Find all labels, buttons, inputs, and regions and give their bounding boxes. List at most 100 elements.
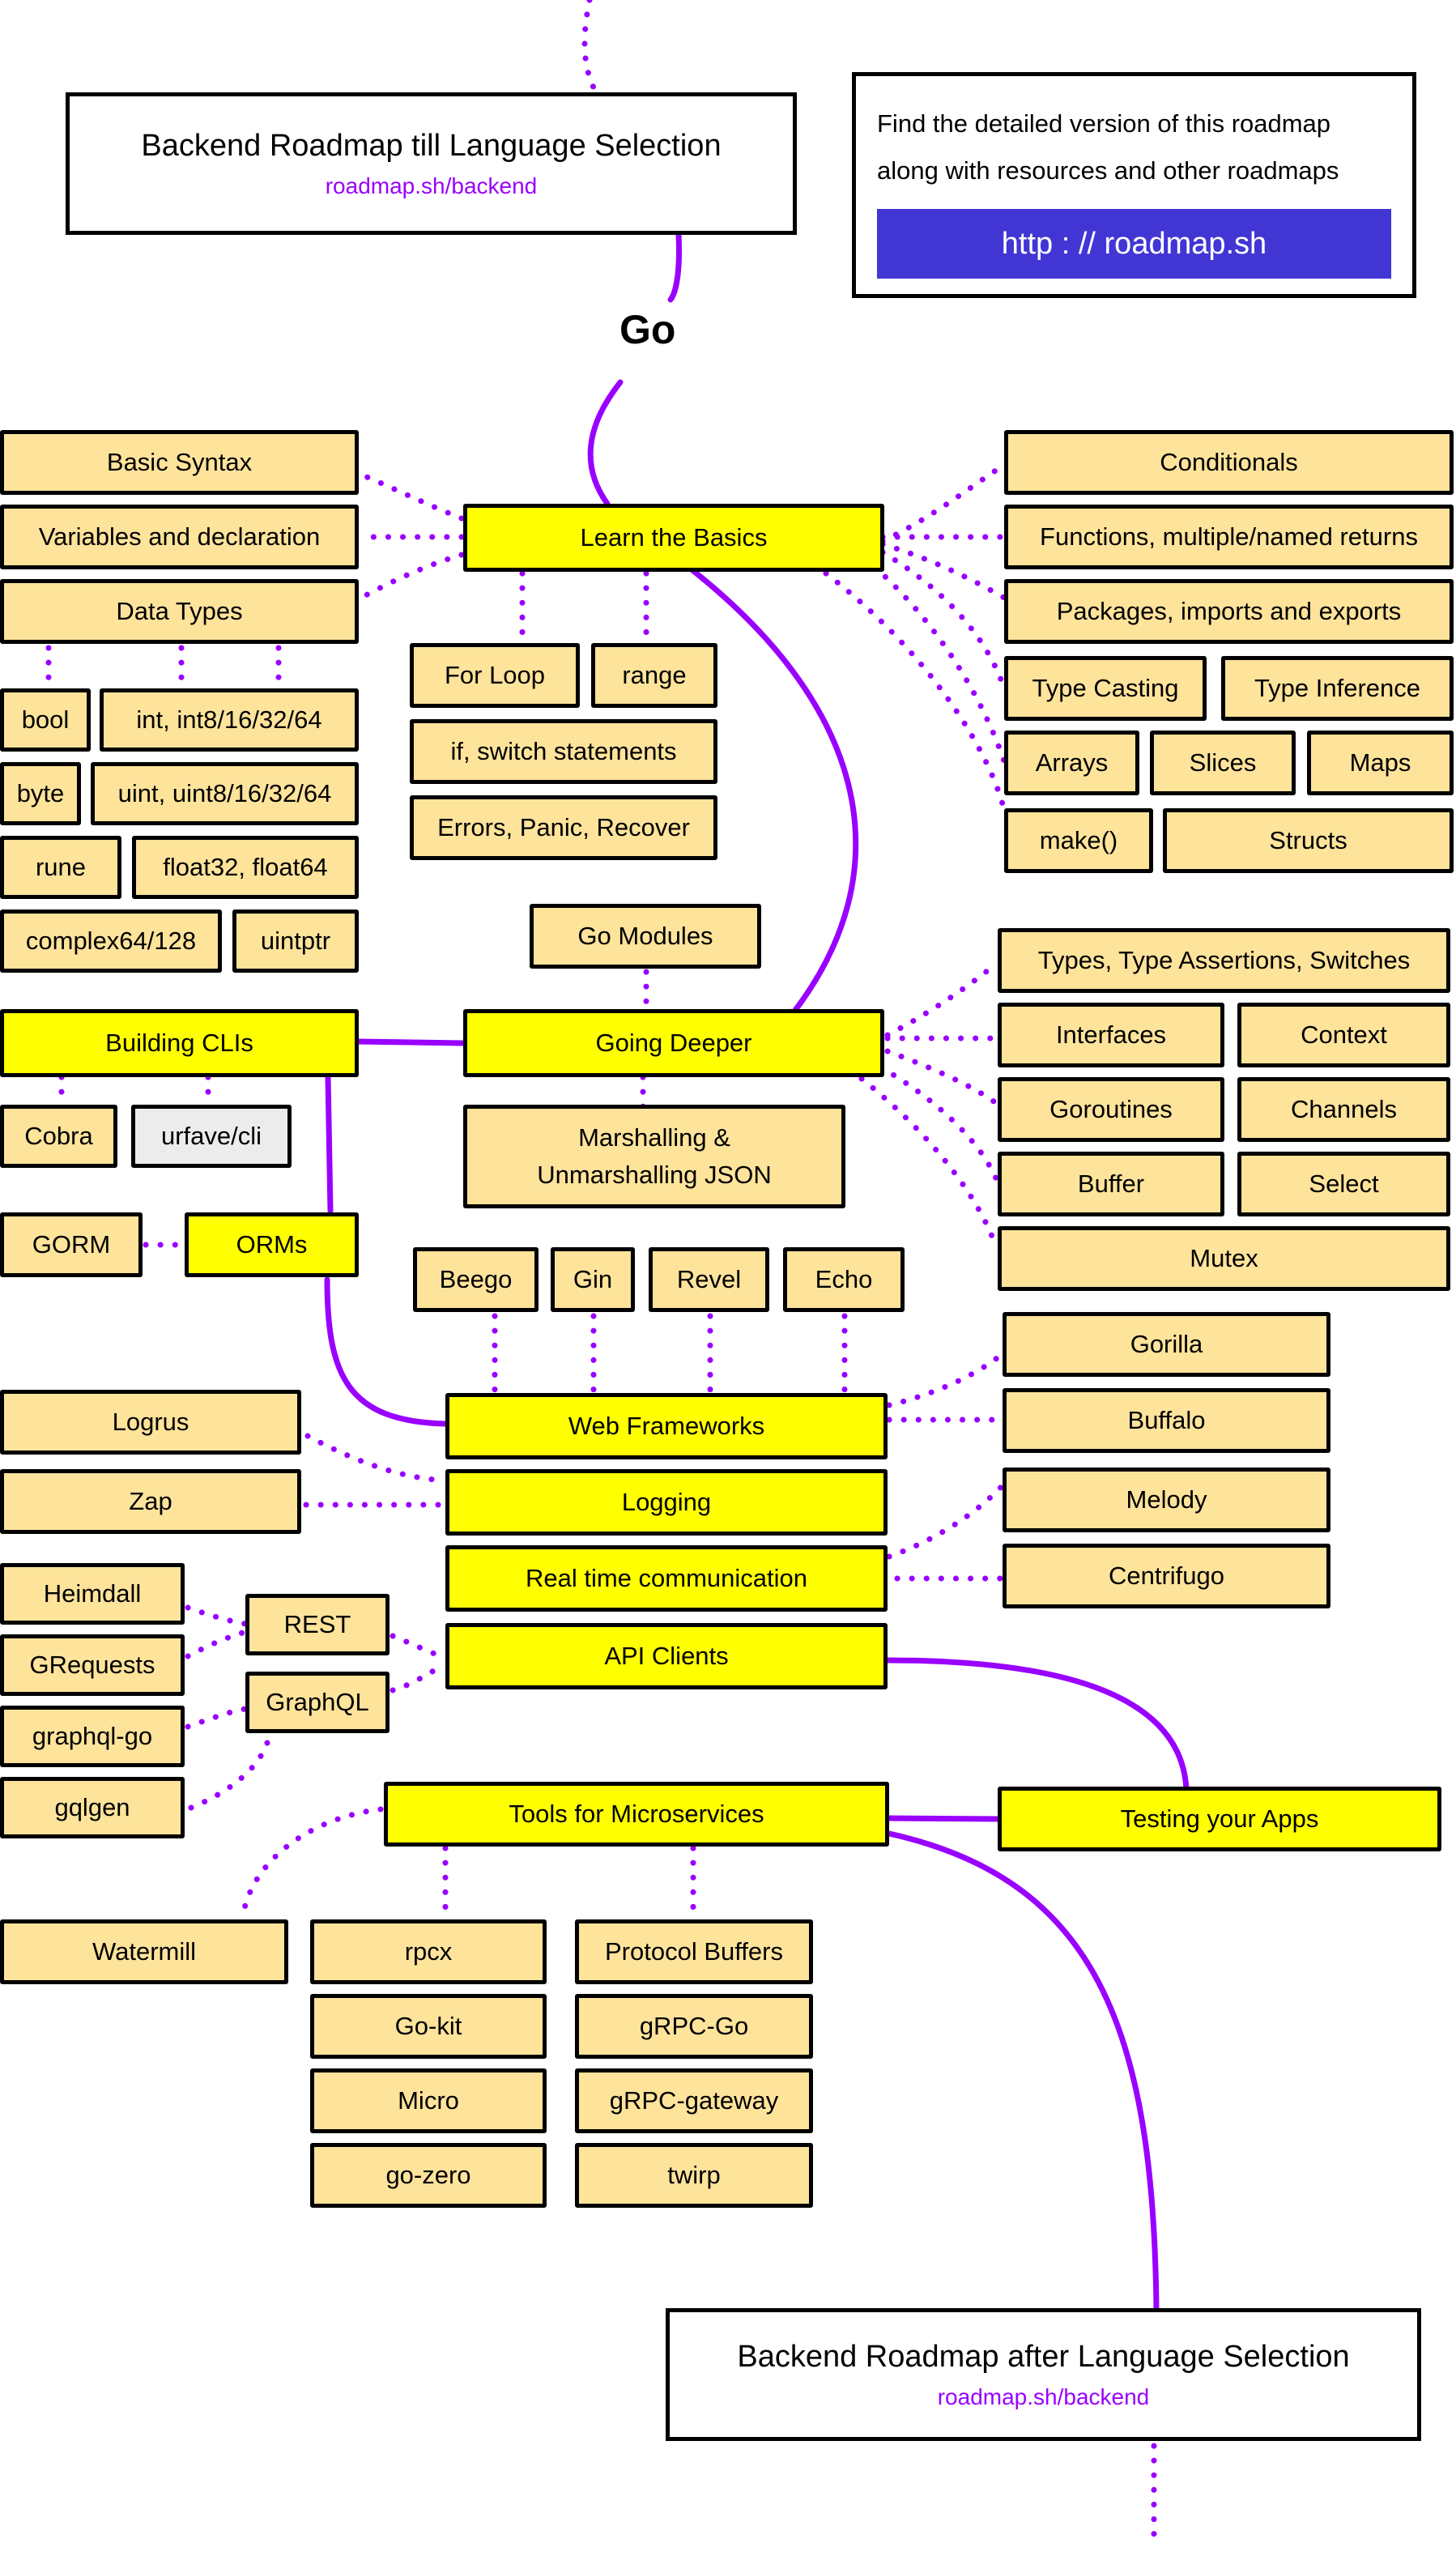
header-link[interactable]: roadmap.sh/backend	[326, 173, 538, 199]
node-echo[interactable]: Echo	[783, 1247, 905, 1312]
node-bool[interactable]: bool	[0, 688, 91, 752]
node-gorilla[interactable]: Gorilla	[1003, 1312, 1330, 1377]
node-conditionals[interactable]: Conditionals	[1004, 430, 1454, 495]
info-box: Find the detailed version of this roadma…	[852, 72, 1416, 298]
node-beego[interactable]: Beego	[413, 1247, 539, 1312]
node-zap[interactable]: Zap	[0, 1469, 301, 1534]
node-complex[interactable]: complex64/128	[0, 910, 222, 973]
footer-title: Backend Roadmap after Language Selection	[737, 2339, 1350, 2374]
node-mutex[interactable]: Mutex	[998, 1226, 1450, 1291]
edge-api-graphql	[390, 1664, 445, 1693]
node-graphql-go[interactable]: graphql-go	[0, 1706, 185, 1767]
node-protocol-buffers[interactable]: Protocol Buffers	[575, 1919, 813, 1984]
node-select[interactable]: Select	[1237, 1152, 1450, 1216]
node-int[interactable]: int, int8/16/32/64	[100, 688, 359, 752]
node-buffer[interactable]: Buffer	[998, 1152, 1224, 1216]
node-api-clients[interactable]: API Clients	[445, 1623, 888, 1689]
edge-web-gorilla	[886, 1349, 1007, 1408]
node-maps[interactable]: Maps	[1307, 731, 1454, 795]
node-data-types[interactable]: Data Types	[0, 579, 359, 644]
node-revel[interactable]: Revel	[649, 1247, 769, 1312]
node-channels[interactable]: Channels	[1237, 1077, 1450, 1142]
header-title: Backend Roadmap till Language Selection	[141, 128, 722, 163]
edge-going-deeper-to-building-clis	[355, 1038, 466, 1046]
node-gorm[interactable]: GORM	[0, 1212, 143, 1277]
node-logging[interactable]: Logging	[445, 1469, 888, 1536]
node-tools-for-microservices[interactable]: Tools for Microservices	[384, 1782, 889, 1847]
node-range[interactable]: range	[591, 643, 717, 708]
node-gin[interactable]: Gin	[551, 1247, 635, 1312]
node-grpc-gateway[interactable]: gRPC-gateway	[575, 2068, 813, 2133]
node-type-inference[interactable]: Type Inference	[1221, 656, 1454, 721]
node-cobra[interactable]: Cobra	[0, 1105, 117, 1168]
node-slices[interactable]: Slices	[1150, 731, 1296, 795]
node-arrays[interactable]: Arrays	[1004, 731, 1139, 795]
edge-top-dotted	[581, 0, 598, 94]
edge-rest-grequests	[185, 1629, 249, 1659]
node-graphql[interactable]: GraphQL	[245, 1672, 390, 1733]
node-real-time-communication[interactable]: Real time communication	[445, 1545, 888, 1612]
node-twirp[interactable]: twirp	[575, 2143, 813, 2208]
node-learn-the-basics[interactable]: Learn the Basics	[463, 504, 884, 572]
node-context[interactable]: Context	[1237, 1003, 1450, 1067]
node-packages[interactable]: Packages, imports and exports	[1004, 579, 1454, 644]
node-basic-syntax[interactable]: Basic Syntax	[0, 430, 359, 495]
node-for-loop[interactable]: For Loop	[410, 643, 580, 708]
info-line-2: along with resources and other roadmaps	[877, 156, 1339, 185]
node-rune[interactable]: rune	[0, 836, 121, 899]
edge-deeper-types	[884, 961, 999, 1038]
node-micro[interactable]: Micro	[310, 2068, 547, 2133]
node-web-frameworks[interactable]: Web Frameworks	[445, 1393, 888, 1459]
node-logrus[interactable]: Logrus	[0, 1390, 301, 1455]
node-type-casting[interactable]: Type Casting	[1004, 656, 1207, 721]
edge-micro-watermill	[240, 1806, 384, 1919]
footer-link[interactable]: roadmap.sh/backend	[938, 2384, 1150, 2410]
edge-api-clients-to-testing	[884, 1657, 1190, 1793]
roadmap-link-button[interactable]: http : // roadmap.sh	[877, 209, 1391, 279]
edge-logging-logrus	[304, 1433, 449, 1484]
node-grequests[interactable]: GRequests	[0, 1634, 185, 1696]
node-go-kit[interactable]: Go-kit	[310, 1994, 547, 2059]
node-errors-panic-recover[interactable]: Errors, Panic, Recover	[410, 795, 717, 860]
footer-box: Backend Roadmap after Language Selection…	[666, 2308, 1421, 2441]
node-rest[interactable]: REST	[245, 1594, 390, 1655]
node-goroutines[interactable]: Goroutines	[998, 1077, 1224, 1142]
node-byte[interactable]: byte	[0, 762, 81, 825]
edge-basics-conditionals	[879, 462, 1007, 544]
node-uint[interactable]: uint, uint8/16/32/64	[91, 762, 359, 825]
node-grpc-go[interactable]: gRPC-Go	[575, 1994, 813, 2059]
node-make[interactable]: make()	[1004, 808, 1153, 873]
node-structs[interactable]: Structs	[1163, 808, 1454, 873]
node-functions[interactable]: Functions, multiple/named returns	[1004, 505, 1454, 569]
edge-basics-make	[823, 570, 1007, 813]
node-go-modules[interactable]: Go Modules	[530, 904, 761, 969]
node-buffalo[interactable]: Buffalo	[1003, 1388, 1330, 1453]
node-uintptr[interactable]: uintptr	[232, 910, 359, 973]
info-line-1: Find the detailed version of this roadma…	[877, 109, 1331, 138]
node-float[interactable]: float32, float64	[132, 836, 359, 899]
node-variables-and-declaration[interactable]: Variables and declaration	[0, 505, 359, 569]
node-marshalling-json[interactable]: Marshalling & Unmarshalling JSON	[463, 1105, 845, 1208]
node-centrifugo[interactable]: Centrifugo	[1003, 1544, 1330, 1608]
edge-basics-data-types	[358, 552, 465, 601]
edge-deeper-buffer	[878, 1064, 999, 1182]
node-orms[interactable]: ORMs	[185, 1212, 359, 1277]
node-if-switch[interactable]: if, switch statements	[410, 719, 717, 784]
node-interfaces[interactable]: Interfaces	[998, 1003, 1224, 1067]
node-testing-your-apps[interactable]: Testing your Apps	[998, 1787, 1441, 1851]
node-gqlgen[interactable]: gqlgen	[0, 1777, 185, 1838]
node-types-assertions-switches[interactable]: Types, Type Assertions, Switches	[998, 928, 1450, 993]
edge-graphql-graphqlgo	[185, 1706, 249, 1730]
node-go-zero[interactable]: go-zero	[310, 2143, 547, 2208]
node-melody[interactable]: Melody	[1003, 1468, 1330, 1532]
node-going-deeper[interactable]: Going Deeper	[463, 1009, 884, 1077]
edge-go-to-learn-basics	[587, 379, 624, 507]
edge-basics-packages	[879, 541, 1007, 601]
node-heimdall[interactable]: Heimdall	[0, 1563, 185, 1625]
node-building-clis[interactable]: Building CLIs	[0, 1009, 359, 1077]
node-watermill[interactable]: Watermill	[0, 1919, 288, 1984]
node-rpcx[interactable]: rpcx	[310, 1919, 547, 1984]
node-urfave-cli[interactable]: urfave/cli	[131, 1105, 292, 1168]
edge-building-clis-to-orms	[325, 1074, 334, 1214]
header-box: Backend Roadmap till Language Selection …	[66, 92, 797, 235]
